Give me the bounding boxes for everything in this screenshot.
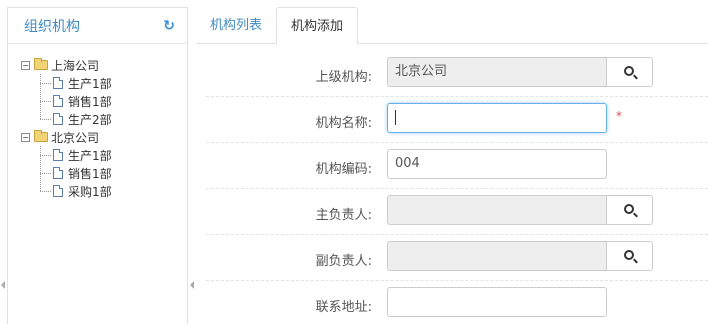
tree-node-label: 销售1部 (68, 94, 112, 109)
main-content: 机构列表 机构添加 上级机构: 北京公司 机构名称: * 机构编码: 004 主… (196, 7, 708, 324)
tree-node-label: 采购1部 (68, 184, 112, 199)
document-icon (53, 149, 63, 161)
tree-node-label: 生产1部 (68, 76, 112, 91)
deputy-manager-label: 副负责人: (315, 254, 372, 269)
primary-manager-search-button[interactable] (606, 195, 653, 225)
search-icon (624, 66, 634, 76)
tree-node-sh-production1[interactable]: 生产1部 (21, 74, 187, 92)
collapse-toggle-icon[interactable]: − (21, 60, 30, 70)
tree-node-sh-production2[interactable]: 生产2部 (21, 110, 187, 128)
search-icon (624, 204, 634, 214)
document-icon (53, 77, 63, 89)
org-tree: − 上海公司 生产1部 销售1部 生产2部 − 北京公司 生产1部 销售1部 采… (8, 44, 187, 200)
document-icon (53, 167, 63, 179)
parent-org-field[interactable]: 北京公司 (387, 57, 607, 87)
document-icon (53, 113, 63, 125)
tab-bar: 机构列表 机构添加 (196, 7, 708, 45)
address-input[interactable] (387, 287, 607, 317)
tree-node-label: 上海公司 (51, 58, 100, 73)
primary-manager-label: 主负责人: (315, 208, 372, 223)
primary-manager-field[interactable] (387, 195, 607, 225)
org-tree-header: 组织机构 ↻ (8, 8, 187, 44)
form-row-address: 联系地址: (206, 281, 708, 324)
org-tree-panel: 组织机构 ↻ − 上海公司 生产1部 销售1部 生产2部 − 北京公司 生产1部… (7, 7, 188, 324)
collapse-toggle-icon[interactable]: − (21, 132, 30, 142)
parent-org-label: 上级机构: (315, 70, 372, 85)
folder-icon (34, 58, 48, 70)
tab-org-list[interactable]: 机构列表 (196, 7, 276, 45)
search-icon (624, 250, 634, 260)
folder-icon (34, 130, 48, 142)
collapse-arrow-left-icon[interactable] (1, 281, 5, 289)
form-row-parent-org: 上级机构: 北京公司 (206, 51, 708, 97)
org-add-form: 上级机构: 北京公司 机构名称: * 机构编码: 004 主负责人: 副负责人: (206, 51, 708, 324)
org-name-input[interactable] (387, 103, 607, 133)
tree-node-label: 生产1部 (68, 148, 112, 163)
text-cursor (395, 110, 396, 125)
tree-node-beijing[interactable]: − 北京公司 (21, 128, 187, 146)
required-mark: * (616, 109, 622, 123)
document-icon (53, 95, 63, 107)
deputy-manager-field[interactable] (387, 241, 607, 271)
form-row-primary-manager: 主负责人: (206, 189, 708, 235)
form-row-org-name: 机构名称: * (206, 97, 708, 143)
tree-node-bj-production1[interactable]: 生产1部 (21, 146, 187, 164)
tree-node-bj-sales1[interactable]: 销售1部 (21, 164, 187, 182)
tree-node-sh-sales1[interactable]: 销售1部 (21, 92, 187, 110)
tree-node-label: 销售1部 (68, 166, 112, 181)
org-code-label: 机构编码: (315, 162, 372, 177)
org-tree-title: 组织机构 (24, 18, 80, 35)
form-row-org-code: 机构编码: 004 (206, 143, 708, 189)
deputy-manager-search-button[interactable] (606, 241, 653, 271)
tree-node-label: 北京公司 (51, 130, 100, 145)
refresh-icon[interactable]: ↻ (163, 18, 175, 34)
org-code-input[interactable]: 004 (387, 149, 607, 179)
address-label: 联系地址: (315, 300, 372, 315)
tree-node-label: 生产2部 (68, 112, 112, 127)
tab-org-add[interactable]: 机构添加 (276, 7, 359, 45)
parent-org-search-button[interactable] (606, 57, 653, 87)
tree-node-bj-purchasing1[interactable]: 采购1部 (21, 182, 187, 200)
tree-node-shanghai[interactable]: − 上海公司 (21, 56, 187, 74)
org-name-label: 机构名称: (315, 116, 372, 131)
collapse-sidebar-icon[interactable] (190, 281, 194, 289)
document-icon (53, 185, 63, 197)
form-row-deputy-manager: 副负责人: (206, 235, 708, 281)
